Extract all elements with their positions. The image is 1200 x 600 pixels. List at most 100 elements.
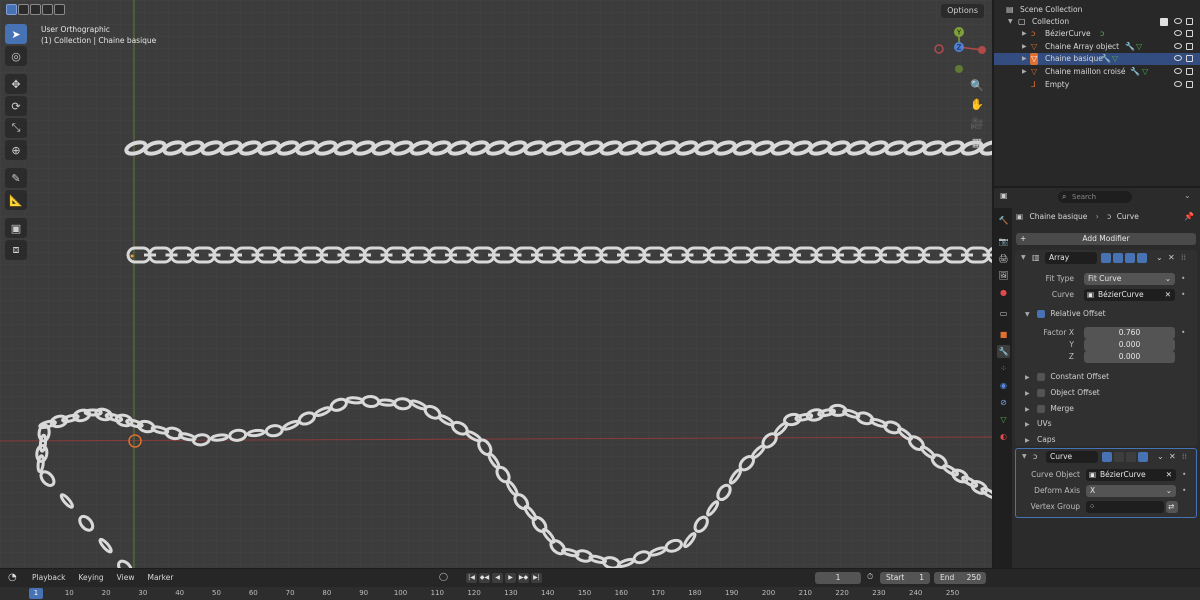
keyframe-dot-icon[interactable]: • (1181, 273, 1185, 285)
expand-arrow-icon[interactable]: ▶ (1025, 406, 1030, 413)
chevron-down-icon[interactable]: ⌄ (1157, 452, 1164, 461)
caps-row[interactable]: ▶ Caps (1025, 434, 1056, 446)
jump-end-icon[interactable]: ▶| (531, 573, 542, 583)
mode-invert-icon[interactable] (42, 4, 53, 15)
particles-tab-icon[interactable]: ⁘ (997, 362, 1010, 375)
play-icon[interactable]: ▶ (505, 573, 516, 583)
next-keyframe-icon[interactable]: ▶◆ (518, 573, 529, 583)
start-frame-field[interactable]: Start 1 (880, 572, 930, 584)
edit-mode-icon[interactable] (1113, 253, 1123, 263)
expand-arrow-icon[interactable]: ▶ (1022, 53, 1027, 65)
marker-menu[interactable]: Marker (147, 573, 173, 582)
render-camera-icon[interactable] (1186, 68, 1193, 75)
expand-arrow-icon[interactable]: ▶ (1025, 390, 1030, 397)
render-icon[interactable] (1137, 253, 1147, 263)
outliner-item-chaine-maillon-croise[interactable]: ▶ ▽ Chaine maillon croisé 🔧 ▽ (994, 66, 1200, 78)
object-offset-checkbox[interactable] (1037, 389, 1046, 397)
constant-offset-checkbox[interactable] (1037, 373, 1046, 381)
collection-checkbox[interactable] (1160, 18, 1168, 26)
add-cube-tool-icon[interactable]: ▣ (5, 218, 27, 238)
playhead-frame[interactable]: 1 (29, 588, 43, 599)
clock-editor-icon[interactable]: ◔ (8, 572, 17, 583)
extrude-tool-icon[interactable]: ⧈ (5, 240, 27, 260)
array-name-field[interactable]: Array (1045, 252, 1097, 264)
close-icon[interactable]: ✕ (1168, 253, 1175, 262)
mode-intersect-icon[interactable] (54, 4, 65, 15)
on-cage-icon[interactable] (1102, 452, 1112, 462)
collection-row[interactable]: ▼ ▢ Collection (994, 16, 1200, 28)
constraints-tab-icon[interactable]: ⊘ (997, 396, 1010, 409)
modifier-tab-icon[interactable]: 🔧 (997, 345, 1010, 358)
invert-vertex-group-icon[interactable]: ⇄ (1166, 501, 1178, 513)
keyframe-dot-icon[interactable]: • (1182, 469, 1186, 481)
clear-icon[interactable]: ✕ (1165, 289, 1171, 301)
material-tab-icon[interactable]: ◐ (997, 430, 1010, 443)
current-frame-field[interactable]: 1 (815, 572, 861, 584)
expand-arrow-icon[interactable]: ▶ (1025, 421, 1030, 428)
expand-arrow-icon[interactable]: ▶ (1022, 41, 1027, 53)
outliner-item-empty[interactable]: ⅃ Empty (994, 79, 1200, 91)
play-reverse-icon[interactable]: ◀ (492, 573, 503, 583)
keyframe-dot-icon[interactable]: • (1182, 485, 1186, 497)
close-icon[interactable]: ✕ (1169, 452, 1176, 461)
select-mode-buttons[interactable] (6, 4, 65, 15)
drag-handle-icon[interactable]: ⁞⁞ (1181, 253, 1186, 262)
mode-set-icon[interactable] (6, 4, 17, 15)
end-frame-field[interactable]: End 250 (934, 572, 986, 584)
pin-icon[interactable]: 📌 (1184, 212, 1194, 221)
ortho-grid-icon[interactable]: ▦ (968, 133, 986, 151)
on-cage-icon[interactable] (1101, 253, 1111, 263)
outliner-item-chaine-basique[interactable]: ▶ ▽ Chaine basique 🔧 ▽ (994, 53, 1200, 65)
prev-keyframe-icon[interactable]: ◆◀ (479, 573, 490, 583)
viewport-display-icon[interactable] (1125, 253, 1135, 263)
scene-collection-row[interactable]: ▤ Scene Collection (994, 4, 1200, 16)
factor-y-field[interactable]: 0.000 (1084, 339, 1175, 351)
tool-tab-icon[interactable]: 🔨 (997, 214, 1010, 227)
outliner-item-beziercurve[interactable]: ▶ ↄ BézierCurve ↄ (994, 28, 1200, 40)
camera-view-icon[interactable]: 🎥 (968, 114, 986, 132)
constant-offset-row[interactable]: ▶ Constant Offset (1025, 371, 1109, 383)
scene-tab-icon[interactable]: ● (997, 286, 1010, 299)
collection-tab-icon[interactable]: ▭ (997, 307, 1010, 320)
render-camera-icon[interactable] (1186, 30, 1193, 37)
relative-offset-row[interactable]: ▼ Relative Offset (1025, 308, 1106, 320)
collapse-arrow-icon[interactable]: ▼ (1021, 254, 1026, 261)
keying-menu[interactable]: Keying (78, 573, 103, 582)
edit-mode-icon[interactable] (1114, 452, 1124, 462)
render-camera-icon[interactable] (1186, 18, 1193, 25)
search-input[interactable]: Search (1058, 191, 1132, 203)
collapse-arrow-icon[interactable]: ▼ (1025, 311, 1030, 318)
physics-tab-icon[interactable]: ◉ (997, 379, 1010, 392)
visibility-eye-icon[interactable] (1174, 18, 1182, 24)
scale-tool-icon[interactable]: ⤡ (5, 118, 27, 138)
render-camera-icon[interactable] (1186, 81, 1193, 88)
curve-name-field[interactable]: Curve (1046, 451, 1098, 463)
uvs-row[interactable]: ▶ UVs (1025, 418, 1052, 430)
keyframe-dot-icon[interactable]: • (1181, 289, 1185, 301)
cursor-tool-icon[interactable]: ◎ (5, 46, 27, 66)
keyframe-dot-icon[interactable]: • (1181, 327, 1185, 339)
view-layer-tab-icon[interactable]: 🖼 (997, 269, 1010, 282)
outliner-item-chaine-array-object[interactable]: ▶ ▽ Chaine Array object 🔧 ▽ (994, 41, 1200, 53)
playback-menu[interactable]: Playback (32, 573, 65, 582)
3d-viewport[interactable]: Options User Orthographic (1) Collection… (0, 0, 992, 568)
render-camera-icon[interactable] (1186, 55, 1193, 62)
jump-start-icon[interactable]: |◀ (466, 573, 477, 583)
expand-arrow-icon[interactable]: ▶ (1025, 374, 1030, 381)
array-curve-field[interactable]: ▣ BézierCurve ✕ (1084, 289, 1175, 301)
add-modifier-button[interactable]: + Add Modifier (1016, 233, 1196, 245)
mode-subtract-icon[interactable] (30, 4, 41, 15)
render-tab-icon[interactable]: 📷 (997, 235, 1010, 248)
visibility-eye-icon[interactable] (1174, 55, 1182, 61)
data-tab-icon[interactable]: ▽ (997, 413, 1010, 426)
rotate-tool-icon[interactable]: ⟳ (5, 96, 27, 116)
stopwatch-icon[interactable]: ⏱ (867, 572, 873, 582)
object-offset-row[interactable]: ▶ Object Offset (1025, 387, 1100, 399)
chevron-down-icon[interactable]: ⌄ (1184, 191, 1191, 200)
render-icon[interactable] (1138, 452, 1148, 462)
pan-hand-icon[interactable]: ✋ (968, 95, 986, 113)
expand-arrow-icon[interactable]: ▶ (1022, 28, 1027, 40)
object-tab-icon[interactable]: ■ (997, 328, 1010, 341)
factor-x-field[interactable]: 0.760 (1084, 327, 1175, 339)
view-menu[interactable]: View (117, 573, 135, 582)
